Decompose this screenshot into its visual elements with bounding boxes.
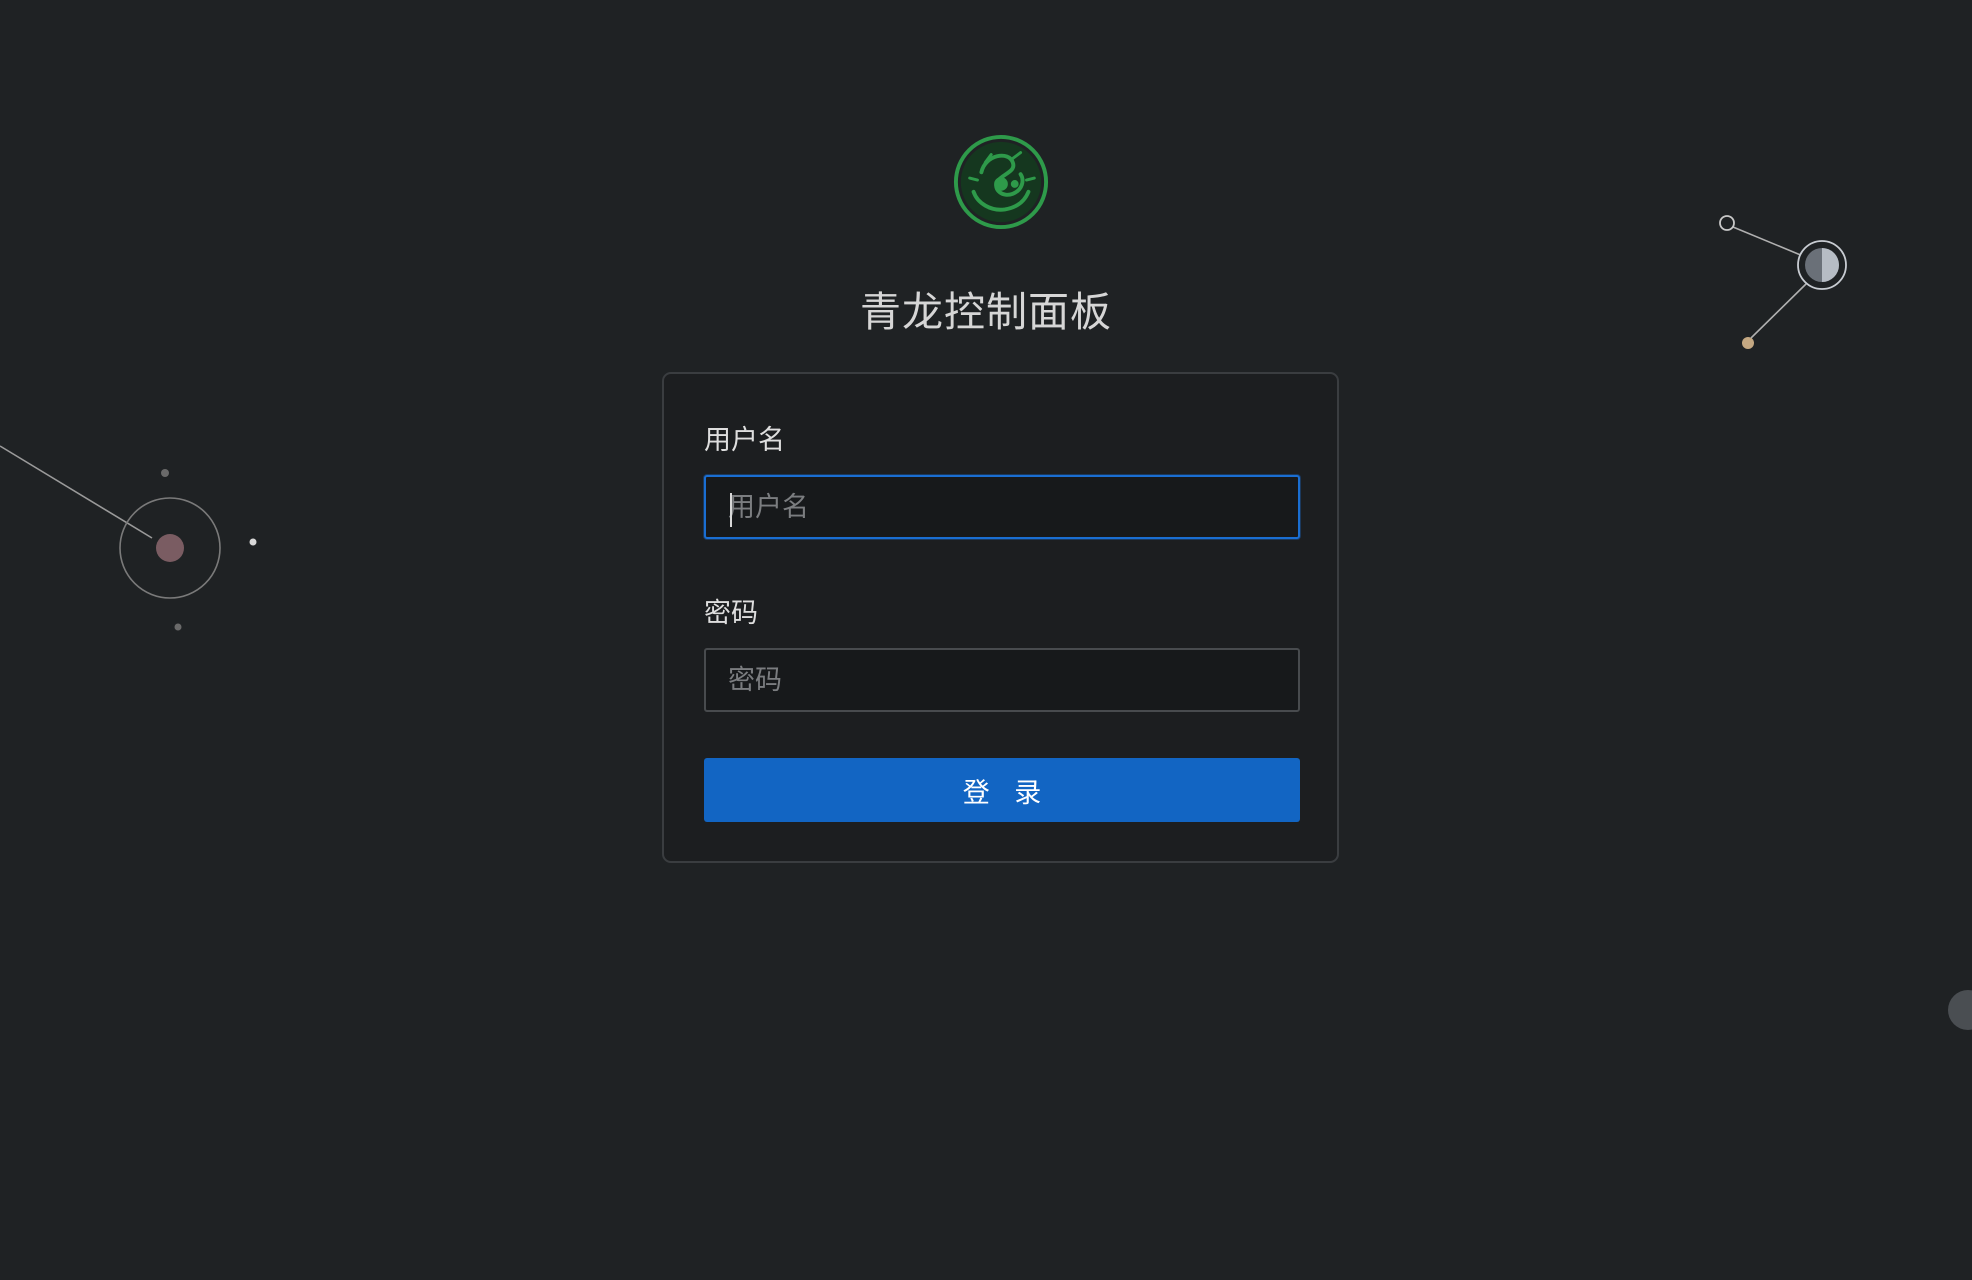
decor-dot-small-bottom bbox=[174, 623, 182, 631]
decor-line-right-upper bbox=[1732, 226, 1804, 257]
qinglong-logo-icon bbox=[953, 134, 1049, 230]
decor-node-hollow bbox=[1719, 215, 1735, 231]
decor-line-left bbox=[0, 445, 153, 539]
page-title: 青龙控制面板 bbox=[860, 288, 1112, 336]
decor-node-tan bbox=[1742, 337, 1754, 349]
decor-dot-left bbox=[156, 534, 184, 562]
decor-dot-small-top bbox=[161, 469, 169, 477]
decor-dot-small-right bbox=[249, 538, 257, 546]
login-page: 青龙控制面板 用户名 密码 登 录 bbox=[0, 0, 1972, 1280]
password-label: 密码 bbox=[704, 598, 758, 629]
login-button[interactable]: 登 录 bbox=[704, 758, 1300, 822]
username-input[interactable] bbox=[704, 475, 1300, 539]
password-input[interactable] bbox=[704, 648, 1300, 712]
username-label: 用户名 bbox=[704, 425, 785, 456]
text-caret bbox=[730, 493, 732, 527]
login-form: 用户名 密码 登 录 bbox=[662, 372, 1339, 863]
